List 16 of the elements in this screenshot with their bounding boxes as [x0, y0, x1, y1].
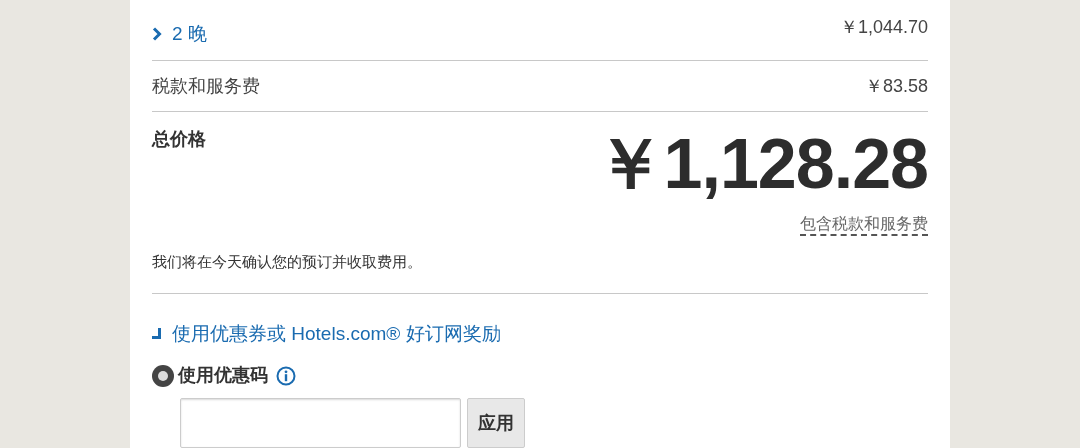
nights-amount: ￥1,044.70	[839, 16, 928, 39]
chevron-icon	[152, 27, 162, 42]
corner-icon	[152, 327, 162, 340]
apply-button[interactable]: 应用	[467, 398, 525, 448]
total-label: 总价格	[152, 128, 206, 152]
charge-notice: 我们将在今天确认您的预订并收取费用。	[152, 252, 422, 273]
coupon-code-field[interactable]	[180, 398, 461, 448]
coupon-toggle[interactable]: 使用优惠券或 Hotels.com® 好订网奖励	[152, 319, 501, 348]
taxes-amount: ￥83.58	[864, 74, 928, 98]
coupon-option-label: 使用优惠码	[178, 364, 268, 387]
info-icon[interactable]	[276, 365, 296, 386]
taxes-label: 税款和服务费	[152, 74, 260, 98]
radio-button[interactable]	[152, 364, 174, 387]
tax-included-note[interactable]: 包含税款和服务费	[800, 214, 928, 237]
nights-toggle[interactable]: 2 晚	[152, 20, 207, 49]
total-amount: ￥1,128.28	[594, 124, 928, 205]
